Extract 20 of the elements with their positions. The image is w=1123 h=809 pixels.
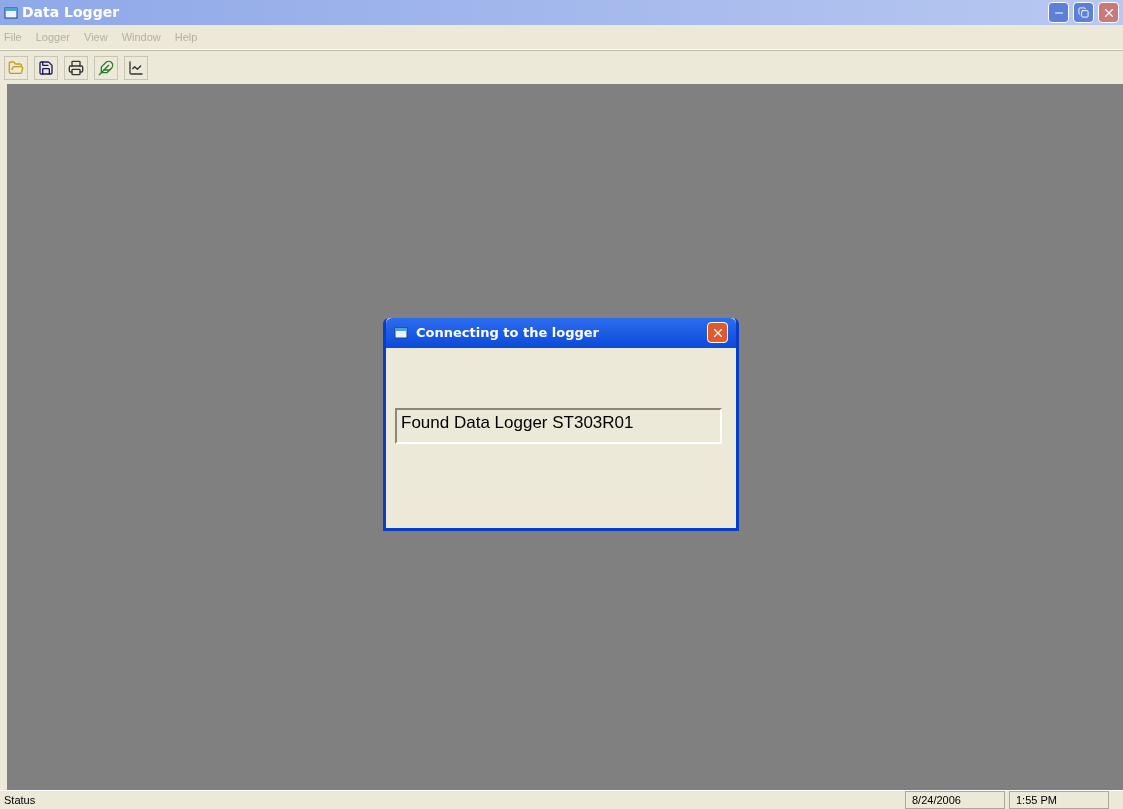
window-app-icon — [4, 6, 18, 19]
feather-icon — [98, 59, 114, 76]
window-app-icon — [394, 326, 408, 339]
window-title: Data Logger — [22, 3, 120, 22]
close-button[interactable] — [1098, 2, 1119, 23]
restore-icon — [1078, 7, 1089, 18]
printer-icon — [68, 59, 84, 76]
status-time: 1:55 PM — [1009, 790, 1109, 809]
message-field: Found Data Logger ST303R01 — [395, 407, 722, 444]
toolbar-button[interactable] — [34, 55, 58, 80]
close-button[interactable] — [707, 322, 728, 343]
status-text: Status — [3, 792, 37, 808]
status-date: 8/24/2006 — [905, 790, 1005, 809]
toolbar-button[interactable] — [64, 55, 88, 80]
restore-button[interactable] — [1073, 2, 1094, 23]
toolbar-button[interactable] — [124, 55, 148, 80]
line-chart-icon — [128, 59, 144, 76]
dialog-title: Connecting to the logger — [416, 323, 599, 342]
folder-icon — [8, 59, 24, 76]
minimize-button[interactable] — [1048, 2, 1069, 23]
